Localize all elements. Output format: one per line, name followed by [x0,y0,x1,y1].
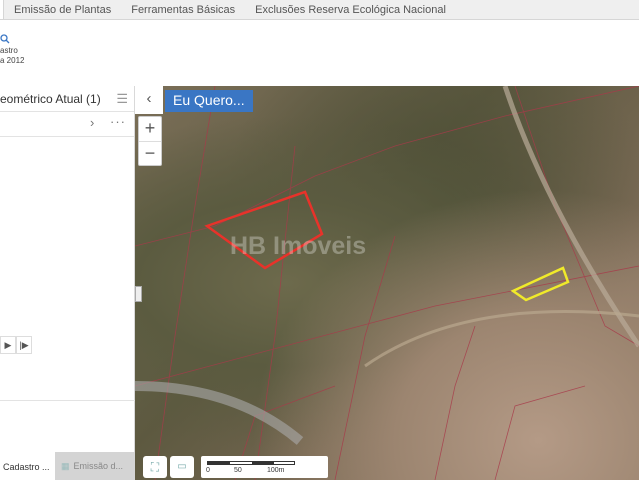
zoom-control: + − [138,116,162,166]
zoom-in-button[interactable]: + [139,117,161,141]
panel-title: eométrico Atual (1) [0,92,101,106]
eu-quero-button[interactable]: Eu Quero... [165,90,253,112]
panel-row: › ··· [0,112,134,137]
map-tool-button[interactable]: ⛶ [143,456,167,478]
side-panel: eométrico Atual (1) ☰ › ··· [0,86,135,452]
next-icon[interactable]: |▶ [16,336,32,354]
watermark: HB Imoveis [230,232,367,260]
panel-divider [0,400,135,401]
play-icon[interactable]: ▶ [0,336,16,354]
more-icon[interactable]: ··· [110,114,126,129]
tab-ferramentas-basicas[interactable]: Ferramentas Básicas [121,0,245,19]
ruler-icon: ▭ [177,461,187,472]
bottom-tabs: Cadastro ... ▦ Emissão d... [0,452,135,480]
panel-header: eométrico Atual (1) ☰ [0,86,134,112]
scale-bar-graphic [207,461,295,465]
map-view[interactable]: HB Imoveis [135,86,639,480]
printer-icon: ▦ [61,461,70,471]
bottom-tab-emissao-label: Emissão d... [73,461,124,471]
cadastro-button[interactable]: astro a 2012 [0,32,24,66]
scale-bar: 0 50 100m [201,456,328,478]
search-document-icon [0,34,10,44]
collapse-panel-button[interactable]: ‹ [135,86,163,114]
ribbon-tabs: Emissão de Plantas Ferramentas Básicas E… [0,0,639,20]
tab-exclusoes-ren[interactable]: Exclusões Reserva Ecológica Nacional [245,0,456,19]
playback-controls: ▶ |▶ [0,336,32,356]
bottom-tab-emissao[interactable]: ▦ Emissão d... [55,452,135,480]
chevron-right-icon[interactable]: › [90,115,94,130]
map-overlay [135,86,639,480]
tab-emissao-plantas[interactable]: Emissão de Plantas [4,0,121,19]
panel-resize-handle[interactable] [135,286,142,302]
list-menu-icon[interactable]: ☰ [116,91,128,107]
measure-icon: ⛶ [150,460,160,474]
scale-tool-button[interactable]: ▭ [170,456,194,478]
bottom-tab-cadastro[interactable]: Cadastro ... [0,452,55,480]
zoom-out-button[interactable]: − [139,141,161,165]
ribbon: astro a 2012 [0,20,639,86]
scale-label-0: 0 [206,467,210,474]
scale-label-50: 50 [234,467,242,474]
cadastro-label-2: a 2012 [0,56,25,65]
scale-label-100: 100m [267,467,285,474]
cadastro-label-1: astro [0,46,18,55]
highlighted-parcel [510,266,570,302]
